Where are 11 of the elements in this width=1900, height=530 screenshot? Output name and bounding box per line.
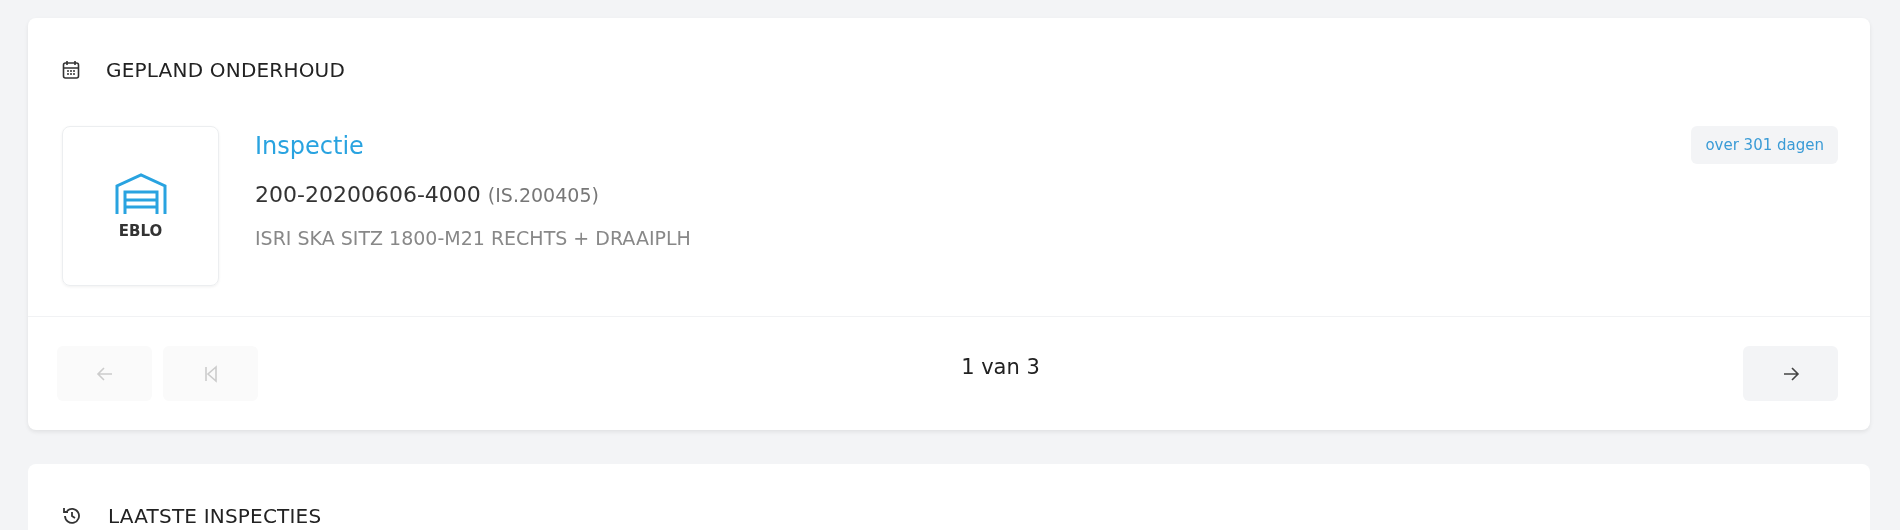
maintenance-type: Inspectie [255,131,365,162]
order-number: 200-20200606-4000 (IS.200405) [255,182,600,207]
due-badge: over 301 dagen [1691,126,1838,164]
page-indicator: 1 van 3 [960,354,1041,379]
calendar-icon [62,60,80,80]
section-title: GEPLAND ONDERHOUD [106,58,346,82]
next-button[interactable] [1743,346,1838,401]
brand-logo: EBLO [62,126,219,286]
history-icon [62,506,82,526]
item-description: ISRI SKA SITZ 1800-M21 RECHTS + DRAAIPLH [255,227,692,249]
section-title: LAATSTE INSPECTIES [108,504,322,528]
